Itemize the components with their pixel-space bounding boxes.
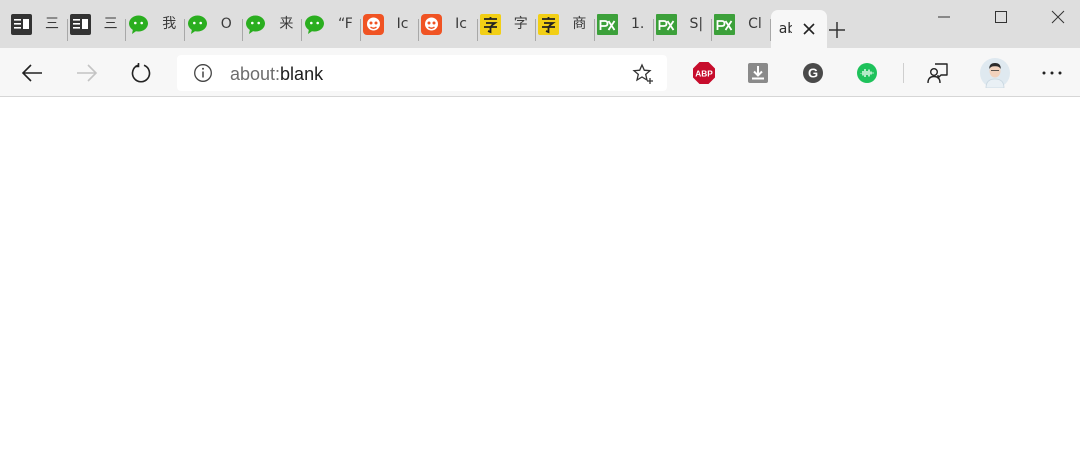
tab-9[interactable]: 字 [478,0,537,48]
iconfont-icon [421,13,443,35]
avatar [980,58,1010,88]
audio-wave-icon [857,63,877,83]
more-icon [1042,71,1062,75]
wechat-icon [128,14,149,35]
tab-2[interactable]: 三 [68,0,127,48]
tab-label: Ic [396,16,409,32]
profile-button[interactable] [980,58,1010,88]
tab-3[interactable]: 我 [126,0,185,48]
tab-13[interactable]: Cl [712,0,771,48]
url-path: blank [280,64,324,84]
wechat-icon [245,14,266,35]
back-button[interactable] [19,60,45,86]
tab-label: 三 [45,16,59,32]
px-icon [596,13,618,35]
download-icon [748,63,768,83]
page-content[interactable] [0,98,1080,455]
tab-label: Cl [748,16,762,32]
audio-extension-button[interactable] [854,60,880,86]
download-extension-button[interactable] [745,60,771,86]
tab-12[interactable]: S| [654,0,713,48]
tab-label: 来 [279,16,294,32]
zi-font-icon [538,13,560,35]
tab-label: O [220,16,232,32]
adblock-plus-icon: ABP [693,62,715,84]
tab-label: 字 [513,16,528,32]
refresh-button[interactable] [128,60,154,86]
tab-label: 三 [103,16,118,32]
tab-5[interactable]: 来 [243,0,302,48]
tab-6[interactable]: “F [302,0,361,48]
tab-1[interactable]: 三 [9,0,68,48]
minimize-button[interactable] [915,0,973,34]
new-tab-button[interactable] [826,19,848,41]
tab-10[interactable]: 商 [536,0,595,48]
close-window-button[interactable] [1029,0,1080,34]
px-icon [655,13,677,35]
maximize-button[interactable] [972,0,1030,34]
tab-11[interactable]: 1. [595,0,654,48]
tab-8[interactable]: Ic [419,0,478,48]
toolbar: about:blank ABP G [0,48,1080,97]
address-bar[interactable]: about:blank [177,55,667,91]
wechat-icon [304,14,325,35]
add-favorite-icon[interactable] [632,63,654,85]
minimize-icon [938,16,950,18]
tab-label: 商 [572,16,587,32]
reader-app-icon [11,13,32,35]
feedback-icon [927,63,948,84]
tab-list: 三 三 我 O 来 “F Ic Ic 字 商 1. S| Cl a [9,0,827,48]
tab-strip: 三 三 我 O 来 “F Ic Ic 字 商 1. S| Cl a [0,0,1080,48]
zi-font-icon [479,13,501,35]
arrow-left-icon [21,64,42,82]
iconfont-icon [362,13,384,35]
tab-label: ab [778,21,792,37]
tab-label: “F [337,16,352,32]
arrow-right-icon [77,64,98,82]
maximize-icon [995,11,1007,23]
grammarly-icon: G [803,63,823,83]
wechat-icon [187,14,208,35]
tab-active[interactable]: ab [770,10,827,48]
reader-app-icon [69,13,91,35]
refresh-icon [131,63,151,83]
tab-label: S| [689,16,704,32]
grammarly-button[interactable]: G [800,60,826,86]
url-scheme: about: [230,64,281,84]
info-icon[interactable] [193,63,213,83]
forward-button[interactable] [74,60,100,86]
tab-label: Ic [455,16,467,32]
tab-7[interactable]: Ic [361,0,420,48]
settings-menu-button[interactable] [1039,60,1065,86]
plus-icon [829,22,845,38]
feedback-button[interactable] [925,60,951,86]
url-text[interactable]: about:blank [230,63,323,85]
grammarly-text: G [808,66,818,81]
close-tab-icon[interactable] [801,21,817,37]
abp-text: ABP [695,68,713,78]
tab-4[interactable]: O [185,0,244,48]
close-icon [1051,10,1065,24]
tab-label: 1. [630,16,645,32]
tab-label: 我 [162,16,177,32]
px-icon [714,13,736,35]
adblock-plus-button[interactable]: ABP [691,60,717,86]
toolbar-divider [903,63,904,83]
